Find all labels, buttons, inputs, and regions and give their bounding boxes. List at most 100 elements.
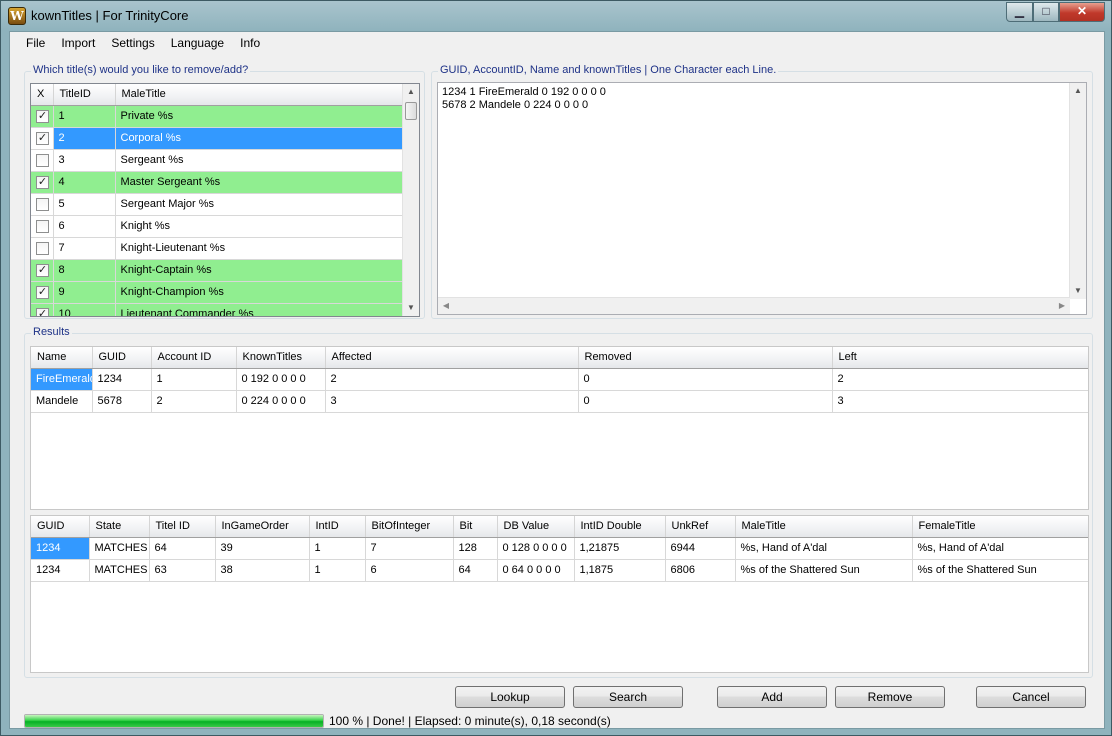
title-id-cell[interactable]: 3 (53, 149, 116, 172)
results-cell[interactable]: 0 224 0 0 0 0 (236, 390, 326, 413)
scroll-right-icon[interactable]: ▶ (1054, 298, 1070, 314)
results-cell[interactable]: 1234 (92, 368, 152, 391)
details-cell[interactable]: 1234 (31, 537, 90, 560)
cancel-button[interactable]: Cancel (976, 686, 1086, 708)
details-col-header[interactable]: BitOfInteger (365, 516, 454, 538)
checkbox-unchecked-icon[interactable] (36, 197, 49, 211)
details-cell[interactable]: 64 (453, 559, 498, 582)
input-hscrollbar[interactable]: ◀ ▶ (438, 297, 1070, 314)
details-cell[interactable]: 0 64 0 0 0 0 (497, 559, 575, 582)
maximize-button[interactable]: □ (1033, 2, 1059, 22)
checkbox-checked-icon[interactable]: ✓ (36, 263, 49, 277)
table-row[interactable]: Mandele 5678 2 0 224 0 0 0 0303 (31, 390, 1088, 413)
title-checkbox-cell[interactable]: ✓ (31, 127, 54, 150)
title-id-cell[interactable]: 9 (53, 281, 116, 304)
details-cell[interactable]: MATCHES (89, 559, 150, 582)
details-col-header[interactable]: DB Value (497, 516, 575, 538)
details-col-header[interactable]: State (89, 516, 150, 538)
results-cell[interactable]: 0 (578, 390, 833, 413)
remove-button[interactable]: Remove (835, 686, 945, 708)
title-checkbox-cell[interactable]: ✓ (31, 281, 54, 304)
details-col-header[interactable]: IntID (309, 516, 366, 538)
title-id-cell[interactable]: 4 (53, 171, 116, 194)
title-name-cell[interactable]: Sergeant Major %s (115, 193, 404, 216)
results-cell[interactable]: 0 192 0 0 0 0 (236, 368, 326, 391)
title-name-cell[interactable]: Knight-Captain %s (115, 259, 404, 282)
title-checkbox-cell[interactable]: ✓ (31, 171, 54, 194)
scroll-left-icon[interactable]: ◀ (438, 298, 454, 314)
title-name-cell[interactable]: Knight %s (115, 215, 404, 238)
details-cell[interactable]: %s, Hand of A'dal (912, 537, 1088, 560)
title-row[interactable]: ✓ 10 Lieutenant Commander %s (31, 303, 404, 316)
checkbox-checked-icon[interactable]: ✓ (36, 175, 49, 189)
details-cell[interactable]: 1 (309, 559, 366, 582)
title-name-cell[interactable]: Private %s (115, 105, 404, 128)
details-cell[interactable]: 1,1875 (574, 559, 666, 582)
close-button[interactable]: ✕ (1059, 2, 1105, 22)
results-col-header[interactable]: Name (31, 347, 93, 369)
table-row[interactable]: 1234 MATCHES 63 38 1 6 64 0 64 0 0 0 0 1,1875 680… (31, 559, 1088, 582)
title-checkbox-cell[interactable]: ✓ (31, 259, 54, 282)
results-cell[interactable]: FireEmerald (31, 368, 93, 391)
title-checkbox-cell[interactable] (31, 149, 54, 172)
results-cell[interactable]: 1 (151, 368, 237, 391)
details-col-header[interactable]: IntID Double (574, 516, 666, 538)
input-vscrollbar[interactable]: ▲ ▼ (1069, 83, 1086, 299)
details-cell[interactable]: 39 (215, 537, 310, 560)
title-name-cell[interactable]: Knight-Champion %s (115, 281, 404, 304)
details-cell[interactable]: 64 (149, 537, 216, 560)
results-col-header[interactable]: Account ID (151, 347, 237, 369)
details-cell[interactable]: %s, Hand of A'dal (735, 537, 913, 560)
details-cell[interactable]: 1234 (31, 559, 90, 582)
titles-col-x[interactable]: X (31, 84, 54, 106)
scroll-thumb[interactable] (405, 102, 417, 120)
input-text[interactable]: 1234 1 FireEmerald 0 192 0 0 0 0 5678 2 … (442, 86, 606, 112)
titles-col-titleid[interactable]: TitleID (53, 84, 116, 106)
title-row[interactable]: ✓ 2 Corporal %s (31, 127, 404, 150)
results-cell[interactable]: 5678 (92, 390, 152, 413)
menu-settings[interactable]: Settings (103, 32, 162, 54)
checkbox-checked-icon[interactable]: ✓ (36, 109, 49, 123)
results-grid[interactable]: Name GUID Account ID KnownTitles Affected Rem… (30, 346, 1089, 510)
results-cell[interactable]: 2 (325, 368, 579, 391)
details-cell[interactable]: 63 (149, 559, 216, 582)
title-row[interactable]: 6 Knight %s (31, 215, 404, 238)
title-row[interactable]: ✓ 9 Knight-Champion %s (31, 281, 404, 304)
menu-info[interactable]: Info (232, 32, 268, 54)
details-cell[interactable]: 1 (309, 537, 366, 560)
details-col-header[interactable]: Titel ID (149, 516, 216, 538)
details-cell[interactable]: 6 (365, 559, 454, 582)
title-checkbox-cell[interactable]: ✓ (31, 105, 54, 128)
title-name-cell[interactable]: Knight-Lieutenant %s (115, 237, 404, 260)
title-id-cell[interactable]: 2 (53, 127, 116, 150)
details-col-header[interactable]: UnkRef (665, 516, 736, 538)
title-name-cell[interactable]: Lieutenant Commander %s (115, 303, 404, 316)
title-bar[interactable]: W kownTitles | For TrinityCore ▁ □ ✕ (1, 1, 1111, 31)
title-checkbox-cell[interactable]: ✓ (31, 303, 54, 316)
results-col-header[interactable]: Affected (325, 347, 579, 369)
details-col-header[interactable]: GUID (31, 516, 90, 538)
titles-col-maletitle[interactable]: MaleTitle (115, 84, 404, 106)
title-id-cell[interactable]: 8 (53, 259, 116, 282)
title-id-cell[interactable]: 6 (53, 215, 116, 238)
details-cell[interactable]: 128 (453, 537, 498, 560)
lookup-button[interactable]: Lookup (455, 686, 565, 708)
title-row[interactable]: 7 Knight-Lieutenant %s (31, 237, 404, 260)
menu-language[interactable]: Language (163, 32, 232, 54)
scroll-up-icon[interactable]: ▲ (403, 84, 419, 100)
menu-file[interactable]: File (18, 32, 53, 54)
input-textarea[interactable]: 1234 1 FireEmerald 0 192 0 0 0 0 5678 2 … (437, 82, 1087, 315)
add-button[interactable]: Add (717, 686, 827, 708)
title-id-cell[interactable]: 1 (53, 105, 116, 128)
title-id-cell[interactable]: 7 (53, 237, 116, 260)
checkbox-unchecked-icon[interactable] (36, 153, 49, 167)
titles-grid[interactable]: X TitleID MaleTitle ✓ 1 Private %s ✓ 2 Corpor… (30, 83, 420, 317)
results-col-header[interactable]: GUID (92, 347, 152, 369)
title-checkbox-cell[interactable] (31, 215, 54, 238)
details-cell[interactable]: 0 128 0 0 0 0 (497, 537, 575, 560)
details-col-header[interactable]: InGameOrder (215, 516, 310, 538)
details-cell[interactable]: 7 (365, 537, 454, 560)
title-row[interactable]: ✓ 4 Master Sergeant %s (31, 171, 404, 194)
minimize-button[interactable]: ▁ (1006, 2, 1033, 22)
results-cell[interactable]: 2 (151, 390, 237, 413)
